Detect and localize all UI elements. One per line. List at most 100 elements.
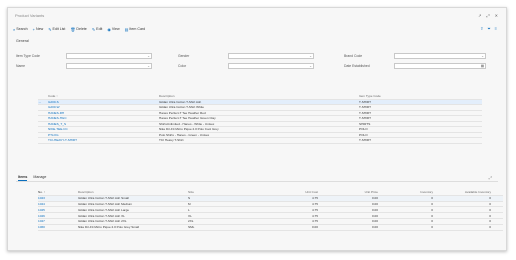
code-link[interactable]: PTLOG — [48, 133, 159, 137]
search-icon: ⌕ — [13, 26, 16, 32]
item-no-link[interactable]: 1027 — [38, 219, 78, 223]
name-field[interactable]: ⌄ — [66, 62, 152, 69]
date-established-field[interactable]: ▦ — [394, 62, 486, 69]
col-description[interactable]: Description — [78, 190, 188, 194]
item-card-icon: ▤ — [124, 26, 129, 32]
calendar-icon[interactable]: ▦ — [481, 64, 484, 68]
list-icon[interactable]: ≡ — [495, 26, 497, 31]
size-cell: SML — [188, 225, 195, 230]
close-icon[interactable]: ✕ — [495, 13, 498, 18]
expand-icon[interactable]: ⤢ — [489, 175, 492, 180]
col-code[interactable]: Code ↑ — [48, 94, 159, 98]
chevron-down-icon: ⌄ — [147, 63, 150, 68]
view-icon: ◉ — [107, 26, 111, 32]
expand-icon[interactable]: ⤢ — [486, 13, 489, 18]
inventory-cell: 0 — [431, 201, 433, 206]
code-link[interactable]: TCI-HEAVY-T-SHIRT — [48, 138, 159, 142]
item-type-code-label: Item Type Code — [16, 53, 40, 58]
code-link[interactable]: G200-W — [48, 105, 159, 109]
pop-out-icon[interactable]: ↗ — [478, 13, 481, 18]
chevron-down-icon: ⌄ — [481, 53, 484, 58]
unit-cost-cell: 0.00 — [311, 225, 318, 230]
unit-cost-cell: 4.75 — [311, 219, 318, 224]
description-cell: Nike Dri-Fit Micro Pique 2.0 Polo Grey S… — [78, 225, 140, 230]
new-button[interactable]: + New — [33, 27, 44, 32]
code-link[interactable]: G200-S — [48, 100, 159, 104]
delete-button[interactable]: 🗑 Delete — [70, 27, 86, 32]
inventory-cell: 0 — [431, 213, 433, 218]
items-grid: No. ↑ Description Size Unit Cost Unit Pr… — [38, 190, 503, 231]
item-no-link[interactable]: 1025 — [38, 208, 78, 212]
edit-label: Edit — [96, 27, 103, 31]
description-cell: Gildan Ultra Cotton T-Shirt Ash Large — [78, 207, 130, 212]
code-link[interactable]: HANES-HGC — [48, 116, 159, 120]
color-field[interactable]: ⌄ — [228, 62, 314, 69]
item-type-cell: T-SHIRT — [359, 110, 371, 115]
item-no-link[interactable]: 1026 — [38, 214, 78, 218]
brand-code-label: Brand Code — [344, 53, 363, 58]
col-size[interactable]: Size — [188, 190, 248, 194]
col-inventory[interactable]: Inventory — [378, 190, 433, 194]
item-type-cell: T-SHIRT — [359, 138, 371, 143]
item-type-cell: T-SHIRT — [359, 99, 371, 104]
description-cell: Hanes Perfect-T Tee Heather Green Clay — [159, 116, 216, 121]
edit-list-icon: ✎ — [48, 26, 52, 32]
date-established-label: Date Established — [344, 63, 370, 68]
item-type-cell: POLO — [359, 132, 368, 137]
inventory-cell: 0 — [431, 225, 433, 230]
delete-label: Delete — [76, 27, 87, 31]
search-button[interactable]: ⌕ Search — [13, 27, 28, 32]
item-type-code-field[interactable]: ⌄ — [66, 52, 152, 59]
variants-grid: Code ↑ Description Item Type Code → G200-… — [38, 94, 482, 144]
page-tools: ⇪ ⏷ ≡ — [480, 26, 497, 31]
brand-code-field[interactable]: ⌄ — [394, 52, 486, 59]
view-button[interactable]: ◉ View — [107, 27, 119, 32]
unit-price-cell: 0.00 — [371, 213, 378, 218]
inventory-cell: 0 — [431, 207, 433, 212]
col-description[interactable]: Description — [159, 94, 359, 98]
table-row[interactable]: 1060 Nike Dri-Fit Micro Pique 2.0 Polo Gr… — [38, 225, 503, 231]
description-cell: Gildan Ultra Cotton T-Shirt Ash 2XL — [78, 219, 127, 224]
chevron-down-icon: ⌄ — [147, 53, 150, 58]
edit-button[interactable]: ✎ Edit — [92, 27, 103, 32]
divider — [16, 181, 498, 182]
description-cell: ShirtsUnlimited - Hanes - White - Unisex — [159, 121, 215, 126]
edit-list-button[interactable]: ✎ Edit List — [48, 27, 65, 32]
table-row[interactable]: TCI-HEAVY-T-SHIRT TCI Heavy T-Shirt T-SHIR… — [38, 138, 482, 144]
description-cell: Gildan Ultra Cotton T-Shirt Ash Small — [78, 196, 129, 201]
page-title: Product Variants — [15, 13, 45, 18]
delete-icon: 🗑 — [70, 26, 76, 32]
col-item-type-code[interactable]: Item Type Code — [359, 94, 482, 98]
item-no-link[interactable]: 1023 — [38, 196, 78, 200]
item-no-link[interactable]: 1024 — [38, 202, 78, 206]
description-cell: Nike Dri-Fit Micro Pique 2.0 Polo Cool G… — [159, 127, 219, 132]
new-label: New — [35, 27, 44, 31]
size-cell: S — [188, 196, 191, 201]
available-inventory-cell: 0 — [489, 225, 491, 230]
description-cell: Gildan Ultra Cotton T-Shirt Ash XL — [78, 213, 125, 218]
filter-gender: Gender ⌄ — [178, 52, 314, 59]
item-no-link[interactable]: 1060 — [38, 225, 78, 229]
available-inventory-cell: 0 — [489, 201, 491, 206]
row-marker: → — [38, 99, 42, 104]
item-card-button[interactable]: ▤ Item Card — [125, 27, 146, 32]
code-link[interactable]: HANES-RH — [48, 111, 159, 115]
code-link[interactable]: NIKE-TEE-CC — [48, 127, 159, 131]
description-cell: Hanes Perfect-T Tee Heather Red — [159, 110, 206, 115]
window-controls: ↗ ⤢ ✕ — [478, 13, 498, 18]
description-cell: Gildan Ultra Cotton T-Shirt Ash — [159, 99, 202, 104]
col-no[interactable]: No. ↑ — [38, 190, 78, 194]
description-cell: Gildan Ultra Cotton T-Shirt White — [159, 105, 204, 110]
col-unit-price[interactable]: Unit Price — [318, 190, 378, 194]
filter-icon[interactable]: ⏷ — [487, 26, 490, 31]
share-icon[interactable]: ⇪ — [480, 26, 483, 31]
col-available-inventory[interactable]: Available Inventory — [433, 190, 491, 194]
gender-field[interactable]: ⌄ — [228, 52, 314, 59]
item-type-cell: T-SHIRT — [359, 116, 371, 121]
page-frame: Product Variants ↗ ⤢ ✕ ⌕ Search + New ✎ … — [7, 7, 507, 251]
unit-price-cell: 0.00 — [371, 196, 378, 201]
unit-price-cell: 0.00 — [371, 219, 378, 224]
col-unit-cost[interactable]: Unit Cost — [248, 190, 318, 194]
title-bar: Product Variants ↗ ⤢ ✕ — [8, 8, 506, 24]
code-link[interactable]: HANES_T_S — [48, 122, 159, 126]
